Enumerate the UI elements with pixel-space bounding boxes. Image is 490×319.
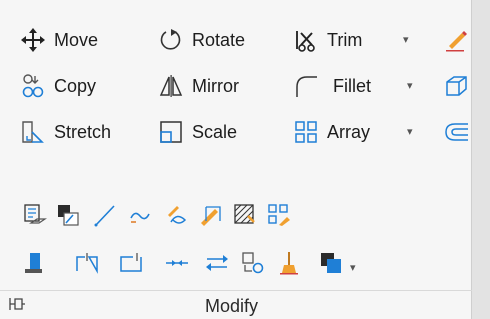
stretch-icon [22, 121, 44, 143]
erase-broom-icon[interactable] [276, 250, 302, 276]
panel-title: Modify [205, 296, 259, 316]
hatch-edit-icon[interactable] [198, 202, 224, 228]
rotate-label: Rotate [192, 29, 246, 50]
break-icon[interactable] [118, 250, 144, 276]
scale-button[interactable]: Scale [158, 114, 237, 150]
array-icon [295, 121, 317, 143]
overkill-icon[interactable] [240, 250, 266, 276]
break-at-point-icon[interactable] [74, 250, 100, 276]
move-icon [21, 28, 45, 52]
scale-icon [160, 121, 182, 143]
panel-divider [0, 290, 472, 291]
3d-box-icon[interactable] [443, 73, 469, 99]
array-edit-icon[interactable] [266, 202, 292, 228]
panel-footer[interactable]: Modify [0, 292, 472, 319]
stretch-label: Stretch [54, 121, 112, 142]
array-dropdown-arrow[interactable]: ▾ [407, 125, 413, 138]
move-button[interactable]: Move [20, 22, 98, 58]
stretch-button[interactable]: Stretch [20, 114, 111, 150]
mirror-icon [159, 75, 183, 97]
draw-order-dropdown-arrow[interactable]: ▾ [350, 261, 356, 274]
trim-icon [296, 31, 315, 52]
trim-button[interactable]: Trim [293, 22, 362, 58]
join-icon[interactable] [164, 250, 190, 276]
fillet-dropdown-arrow[interactable]: ▾ [407, 79, 413, 92]
pin-icon[interactable] [6, 294, 26, 314]
reverse-icon[interactable] [165, 202, 191, 228]
fillet-button[interactable]: Fillet [293, 68, 371, 104]
rotate-button[interactable]: Rotate [158, 22, 245, 58]
modify-panel: Move Rotate Trim ▾ Copy Mirror Fillet ▾ … [0, 0, 472, 319]
set-to-bylayer-icon[interactable] [22, 250, 48, 276]
reverse-direction-icon[interactable] [204, 250, 230, 276]
match-properties-icon[interactable] [22, 202, 48, 228]
blend-curves-icon[interactable] [128, 202, 154, 228]
array-button[interactable]: Array [293, 114, 370, 150]
offset-icon[interactable] [443, 119, 469, 145]
fillet-label: Fillet [333, 75, 372, 96]
move-label: Move [54, 29, 99, 50]
lengthen-icon[interactable] [92, 202, 118, 228]
hatch-pattern-icon[interactable] [232, 202, 258, 228]
copy-label: Copy [54, 75, 97, 96]
copy-button[interactable]: Copy [20, 68, 96, 104]
rotate-icon [160, 29, 181, 50]
trim-label: Trim [327, 29, 363, 50]
trim-dropdown-arrow[interactable]: ▾ [403, 33, 409, 46]
erase-pencil-icon[interactable] [443, 27, 469, 53]
scale-label: Scale [192, 121, 238, 142]
draw-order-icon[interactable] [318, 250, 344, 276]
fillet-icon [296, 76, 317, 97]
copy-icon [22, 74, 44, 98]
mirror-label: Mirror [192, 75, 239, 96]
copy-properties-icon[interactable] [55, 202, 81, 228]
array-label: Array [327, 121, 371, 142]
mirror-button[interactable]: Mirror [158, 68, 239, 104]
